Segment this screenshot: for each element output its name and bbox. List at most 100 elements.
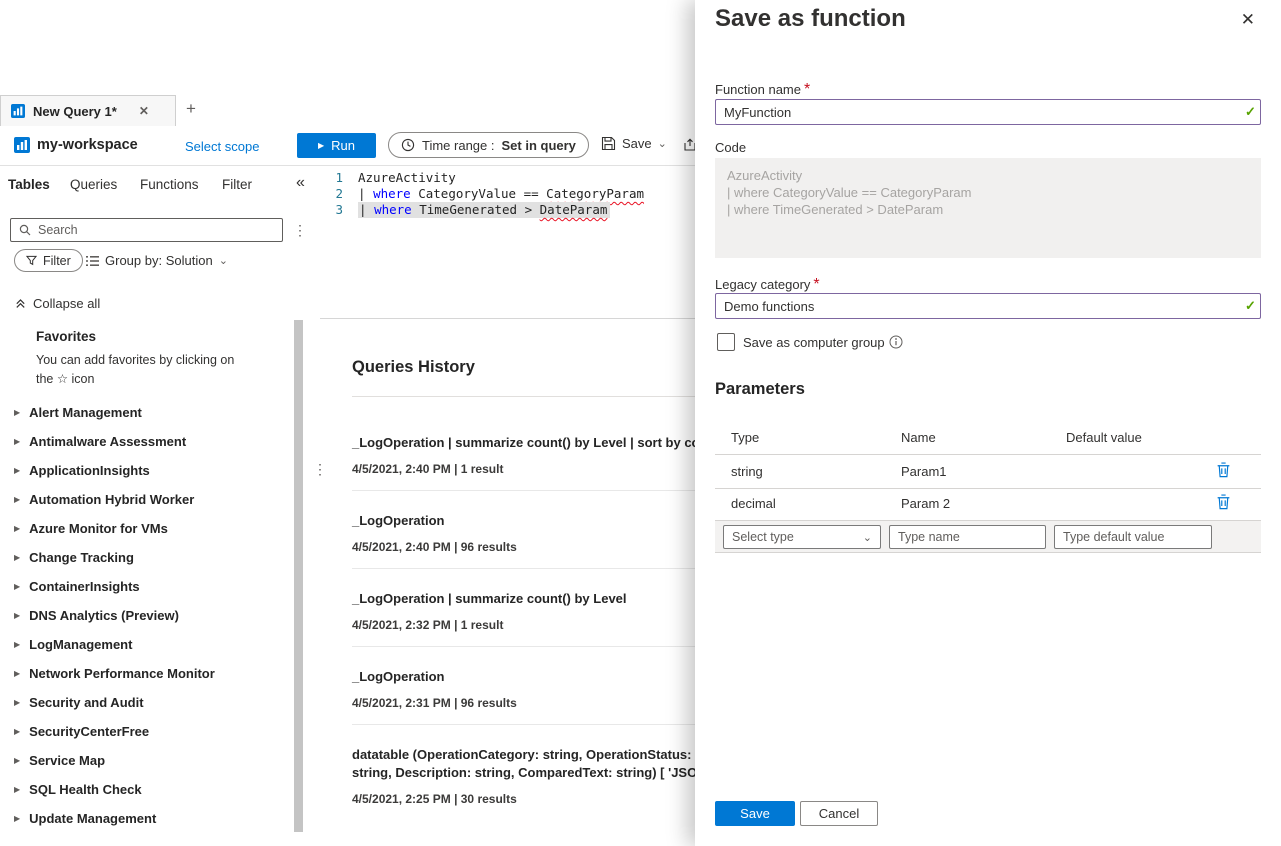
sidebar-item-securitycenterfree[interactable]: ▶SecurityCenterFree xyxy=(0,717,290,746)
sidebar-item-security-and-audit[interactable]: ▶Security and Audit xyxy=(0,688,290,717)
play-icon: ▶ xyxy=(318,141,324,150)
param-header-name: Name xyxy=(901,430,936,445)
search-icon xyxy=(19,224,31,236)
sidebar-item-change-tracking[interactable]: ▶ Change Tracking xyxy=(0,543,290,572)
collapse-all-button[interactable]: Collapse all xyxy=(14,296,100,311)
group-by-icon xyxy=(86,255,99,267)
chevron-right-icon: ▶ xyxy=(14,785,20,794)
save-dropdown-button[interactable]: Save ⌄ xyxy=(601,136,667,151)
sidebar-tab-tables[interactable]: Tables xyxy=(8,177,50,192)
collapse-sidebar-icon[interactable]: « xyxy=(296,174,305,192)
sidebar-item-dns-analytics[interactable]: ▶DNS Analytics (Preview) xyxy=(0,601,290,630)
sidebar-item-label: LogManagement xyxy=(29,637,132,652)
tab-new-query[interactable]: New Query 1* ✕ xyxy=(0,95,176,126)
sidebar-item-azure-monitor-for-vms[interactable]: ▶Azure Monitor for VMs xyxy=(0,514,290,543)
cancel-button[interactable]: Cancel xyxy=(800,801,878,826)
select-scope-link[interactable]: Select scope xyxy=(185,139,259,154)
sidebar-item-service-map[interactable]: ▶Service Map xyxy=(0,746,290,775)
run-button[interactable]: ▶ Run xyxy=(297,133,376,158)
tab-label: New Query 1* xyxy=(33,104,117,119)
delete-param-icon[interactable] xyxy=(1216,462,1231,478)
collapse-all-icon xyxy=(14,297,27,310)
valid-check-icon: ✓ xyxy=(1245,104,1256,120)
pipe-token: | xyxy=(359,202,374,217)
save-as-computer-group-checkbox[interactable] xyxy=(717,333,735,351)
time-range-picker[interactable]: Time range : Set in query xyxy=(388,132,589,158)
editor-line-3[interactable]: 3 | where TimeGenerated > DateParam xyxy=(320,202,610,218)
code-preview-line3: | where TimeGenerated > DateParam xyxy=(727,201,1249,218)
param-name-input[interactable] xyxy=(889,525,1046,549)
param-row2-name: Param 2 xyxy=(901,496,950,511)
clock-icon xyxy=(401,138,415,152)
chevron-right-icon: ▶ xyxy=(14,495,20,504)
delete-param-icon[interactable] xyxy=(1216,494,1231,510)
favorites-hint-line2: the ☆ icon xyxy=(36,370,234,389)
sidebar-item-sql-health-check[interactable]: ▶ SQL Health Check xyxy=(0,775,290,804)
line-number: 2 xyxy=(320,186,358,202)
info-icon[interactable] xyxy=(889,335,903,349)
sidebar-item-containerinsights[interactable]: ▶ ContainerInsights xyxy=(0,572,290,601)
toolbar-divider xyxy=(0,165,695,166)
param-type-select[interactable]: Select type ⌄ xyxy=(723,525,881,549)
sidebar-scrollbar[interactable] xyxy=(294,320,303,832)
new-tab-button[interactable]: + xyxy=(186,99,196,119)
sidebar-item-label: Network Performance Monitor xyxy=(29,666,215,681)
sidebar-tab-queries[interactable]: Queries xyxy=(70,177,117,192)
sidebar-search[interactable] xyxy=(10,218,283,242)
workspace-name: my-workspace xyxy=(37,137,138,153)
chevron-right-icon: ▶ xyxy=(14,524,20,533)
sidebar-item-applicationinsights[interactable]: ▶ApplicationInsights xyxy=(0,456,290,485)
legacy-category-input[interactable] xyxy=(715,293,1261,319)
funnel-icon xyxy=(26,255,37,266)
chevron-right-icon: ▶ xyxy=(14,553,20,562)
editor-line-1[interactable]: 1 AzureActivity xyxy=(320,170,456,186)
param-default-input[interactable] xyxy=(1054,525,1212,549)
sidebar-item-automation-hybrid-worker[interactable]: ▶ Automation Hybrid Worker xyxy=(0,485,290,514)
legacy-category-label: Legacy category xyxy=(715,277,810,292)
code-preview-line1: AzureActivity xyxy=(727,167,1249,184)
sidebar-item-label: Update Management xyxy=(29,811,156,826)
more-options-icon[interactable]: ⋮ xyxy=(293,222,307,239)
log-analytics-icon xyxy=(11,104,25,118)
chevron-right-icon: ▶ xyxy=(14,669,20,678)
chevron-right-icon: ▶ xyxy=(14,727,20,736)
group-by-dropdown[interactable]: Group by: Solution ⌄ xyxy=(86,253,228,268)
sidebar-item-label: Antimalware Assessment xyxy=(29,434,186,449)
sidebar-tab-filter[interactable]: Filter xyxy=(222,177,252,192)
sidebar-item-antimalware-assessment[interactable]: ▶Antimalware Assessment xyxy=(0,427,290,456)
chevron-right-icon: ▶ xyxy=(14,756,20,765)
function-name-input[interactable] xyxy=(715,99,1261,125)
error-token: DateParam xyxy=(540,202,608,217)
queries-history-title: Queries History xyxy=(352,358,475,377)
filter-pill-button[interactable]: Filter xyxy=(14,249,83,272)
search-input[interactable] xyxy=(38,223,258,237)
sidebar-item-network-performance-monitor[interactable]: ▶ Network Performance Monitor xyxy=(0,659,290,688)
splitter-handle[interactable]: ⋮ xyxy=(313,461,327,478)
sidebar-item-logmanagement[interactable]: ▶LogManagement xyxy=(0,630,290,659)
sidebar-item-update-management[interactable]: ▶Update Management xyxy=(0,804,290,833)
function-name-label: Function name xyxy=(715,82,801,97)
chevron-right-icon: ▶ xyxy=(14,611,20,620)
sidebar-tab-functions[interactable]: Functions xyxy=(140,177,199,192)
favorites-title: Favorites xyxy=(36,329,96,344)
sidebar-item-label: Change Tracking xyxy=(29,550,134,565)
chevron-right-icon: ▶ xyxy=(14,408,20,417)
sidebar-item-alert-management[interactable]: ▶Alert Management xyxy=(0,398,290,427)
save-button[interactable]: Save xyxy=(715,801,795,826)
cancel-button-label: Cancel xyxy=(819,806,859,821)
chevron-right-icon: ▶ xyxy=(14,582,20,591)
sidebar-item-label: Security and Audit xyxy=(29,695,143,710)
sidebar-item-label: ContainerInsights xyxy=(29,579,140,594)
param-header-default: Default value xyxy=(1066,430,1142,445)
save-icon xyxy=(601,136,616,151)
chevron-down-icon: ⌄ xyxy=(863,531,872,544)
favorites-hint-line1: You can add favorites by clicking on xyxy=(36,351,234,370)
sidebar-item-label: SQL Health Check xyxy=(29,782,141,797)
editor-line-2[interactable]: 2 | where CategoryValue == CategoryParam xyxy=(320,186,644,202)
close-panel-icon[interactable]: ✕ xyxy=(1241,10,1255,30)
param-row2-type: decimal xyxy=(731,496,776,511)
code-preview: AzureActivity | where CategoryValue == C… xyxy=(715,158,1261,258)
collapse-all-label: Collapse all xyxy=(33,296,100,311)
tab-close-icon[interactable]: ✕ xyxy=(139,104,149,118)
sidebar-item-label: Automation Hybrid Worker xyxy=(29,492,194,507)
